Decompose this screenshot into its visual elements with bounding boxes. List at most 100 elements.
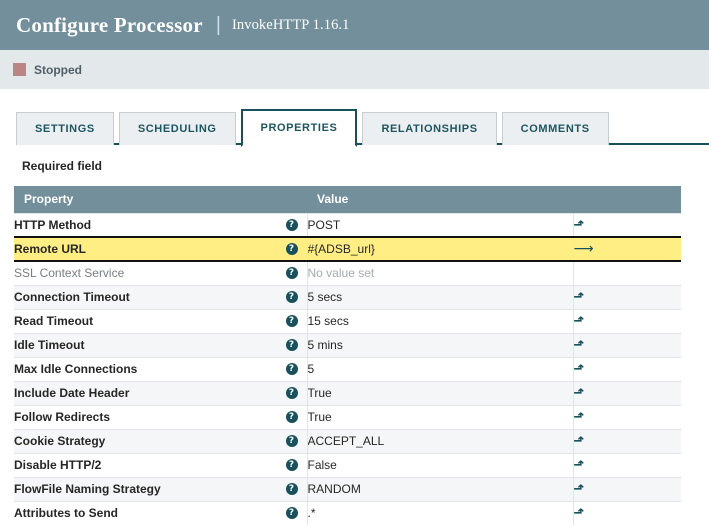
property-action-cell[interactable] <box>573 261 681 285</box>
expression-language-icon[interactable]: ⬏ <box>574 507 585 520</box>
column-header-value[interactable]: Value <box>307 186 573 213</box>
table-row[interactable]: HTTP Method?POST ⬏ <box>14 213 681 237</box>
tab-comments[interactable]: COMMENTS <box>502 112 609 145</box>
help-icon[interactable]: ? <box>286 435 298 447</box>
property-action-cell[interactable]: ⬏ <box>573 285 681 309</box>
expression-language-icon[interactable]: ⬏ <box>574 411 585 424</box>
property-action-cell[interactable]: ⬏ <box>573 333 681 357</box>
properties-table-container: Property Value HTTP Method?POST ⬏ Remote U… <box>14 186 709 525</box>
expression-language-icon[interactable]: ⬏ <box>574 435 585 448</box>
help-icon[interactable]: ? <box>286 507 298 519</box>
property-action-cell[interactable]: ⟶ <box>573 237 681 261</box>
property-value-label: .* <box>308 506 316 520</box>
tab-scheduling[interactable]: SCHEDULING <box>119 112 236 145</box>
help-icon[interactable]: ? <box>286 411 298 423</box>
column-header-property[interactable]: Property <box>14 186 307 213</box>
expression-language-icon[interactable]: ⬏ <box>574 483 585 496</box>
processor-type-version: InvokeHTTP 1.16.1 <box>232 17 350 34</box>
help-icon[interactable]: ? <box>286 243 298 255</box>
property-name-cell[interactable]: HTTP Method? <box>14 213 307 237</box>
table-row[interactable]: Include Date Header?True ⬏ <box>14 381 681 405</box>
property-action-cell[interactable]: ⬏ <box>573 309 681 333</box>
property-name-cell[interactable]: Read Timeout? <box>14 309 307 333</box>
expression-language-icon[interactable]: ⬏ <box>574 315 585 328</box>
property-name-cell[interactable]: FlowFile Naming Strategy? <box>14 477 307 501</box>
property-action-cell[interactable]: ⬏ <box>573 213 681 237</box>
property-value-cell[interactable]: True <box>307 405 573 429</box>
tab-settings[interactable]: SETTINGS <box>16 112 114 145</box>
table-row[interactable]: Max Idle Connections?5⬏ <box>14 357 681 381</box>
table-row[interactable]: Attributes to Send?.* ⬏ <box>14 501 681 525</box>
property-action-cell[interactable]: ⬏ <box>573 405 681 429</box>
help-icon[interactable]: ? <box>286 339 298 351</box>
property-value-label: True <box>308 386 332 400</box>
property-action-cell[interactable]: ⬏ <box>573 429 681 453</box>
property-value-cell[interactable]: #{ADSB_url} <box>307 237 573 261</box>
table-row[interactable]: Disable HTTP/2?False⬏ <box>14 453 681 477</box>
property-name-cell[interactable]: Disable HTTP/2? <box>14 453 307 477</box>
table-row[interactable]: Idle Timeout?5 mins⬏ <box>14 333 681 357</box>
expression-language-icon[interactable]: ⬏ <box>574 363 585 376</box>
help-icon[interactable]: ? <box>286 315 298 327</box>
property-value-cell[interactable]: RANDOM <box>307 477 573 501</box>
property-action-cell[interactable]: ⬏ <box>573 357 681 381</box>
expression-language-icon[interactable]: ⬏ <box>574 339 585 352</box>
expression-language-icon[interactable]: ⬏ <box>574 291 585 304</box>
help-icon[interactable]: ? <box>286 267 298 279</box>
help-icon[interactable]: ? <box>286 459 298 471</box>
help-icon[interactable]: ? <box>286 291 298 303</box>
property-name-cell[interactable]: Attributes to Send? <box>14 501 307 525</box>
table-row[interactable]: Connection Timeout?5 secs⬏ <box>14 285 681 309</box>
tab-properties[interactable]: PROPERTIES <box>241 109 358 147</box>
property-value-label: No value set <box>308 266 375 280</box>
help-icon[interactable]: ? <box>286 387 298 399</box>
table-row[interactable]: Read Timeout?15 secs ⬏ <box>14 309 681 333</box>
help-icon[interactable]: ? <box>286 363 298 375</box>
table-row[interactable]: Remote URL?#{ADSB_url}⟶ <box>14 237 681 261</box>
property-value-cell[interactable]: False <box>307 453 573 477</box>
expression-language-icon[interactable]: ⬏ <box>574 459 585 472</box>
property-value-label: 5 secs <box>308 290 343 304</box>
property-value-cell[interactable]: POST <box>307 213 573 237</box>
property-value-cell[interactable]: True <box>307 381 573 405</box>
processor-status-bar: Stopped <box>0 50 709 89</box>
expression-language-icon[interactable]: ⬏ <box>574 387 585 400</box>
tab-label: COMMENTS <box>521 123 590 135</box>
property-name-label: Follow Redirects <box>14 410 110 424</box>
table-row[interactable]: Cookie Strategy?ACCEPT_ALL⬏ <box>14 429 681 453</box>
property-name-cell[interactable]: Connection Timeout? <box>14 285 307 309</box>
property-name-cell[interactable]: Max Idle Connections? <box>14 357 307 381</box>
property-name-label: Connection Timeout <box>14 290 130 304</box>
property-name-cell[interactable]: Cookie Strategy? <box>14 429 307 453</box>
property-value-label: 15 secs <box>308 314 349 328</box>
property-name-cell[interactable]: Follow Redirects? <box>14 405 307 429</box>
status-swatch-icon <box>13 63 26 76</box>
table-row[interactable]: SSL Context Service?No value set <box>14 261 681 285</box>
status-label: Stopped <box>34 63 82 77</box>
property-action-cell[interactable]: ⬏ <box>573 501 681 525</box>
property-value-cell[interactable]: 5 mins <box>307 333 573 357</box>
property-name-cell[interactable]: Idle Timeout? <box>14 333 307 357</box>
expression-language-icon[interactable]: ⬏ <box>574 219 585 232</box>
property-name-cell[interactable]: Remote URL? <box>14 237 307 261</box>
property-name-label: SSL Context Service <box>14 266 124 280</box>
tab-relationships[interactable]: RELATIONSHIPS <box>362 112 496 145</box>
table-row[interactable]: FlowFile Naming Strategy?RANDOM ⬏ <box>14 477 681 501</box>
go-to-arrow-icon[interactable]: ⟶ <box>574 242 594 256</box>
property-name-cell[interactable]: SSL Context Service? <box>14 261 307 285</box>
property-action-cell[interactable]: ⬏ <box>573 453 681 477</box>
property-value-cell[interactable]: 5 secs <box>307 285 573 309</box>
property-value-cell[interactable]: 15 secs <box>307 309 573 333</box>
property-value-cell[interactable]: ACCEPT_ALL <box>307 429 573 453</box>
help-icon[interactable]: ? <box>286 219 298 231</box>
property-action-cell[interactable]: ⬏ <box>573 381 681 405</box>
property-value-cell[interactable]: No value set <box>307 261 573 285</box>
property-value-label: RANDOM <box>308 482 361 496</box>
property-value-cell[interactable]: .* <box>307 501 573 525</box>
table-row[interactable]: Follow Redirects?True⬏ <box>14 405 681 429</box>
property-name-cell[interactable]: Include Date Header? <box>14 381 307 405</box>
help-icon[interactable]: ? <box>286 483 298 495</box>
property-value-cell[interactable]: 5 <box>307 357 573 381</box>
property-value-label: POST <box>308 218 341 232</box>
property-action-cell[interactable]: ⬏ <box>573 477 681 501</box>
